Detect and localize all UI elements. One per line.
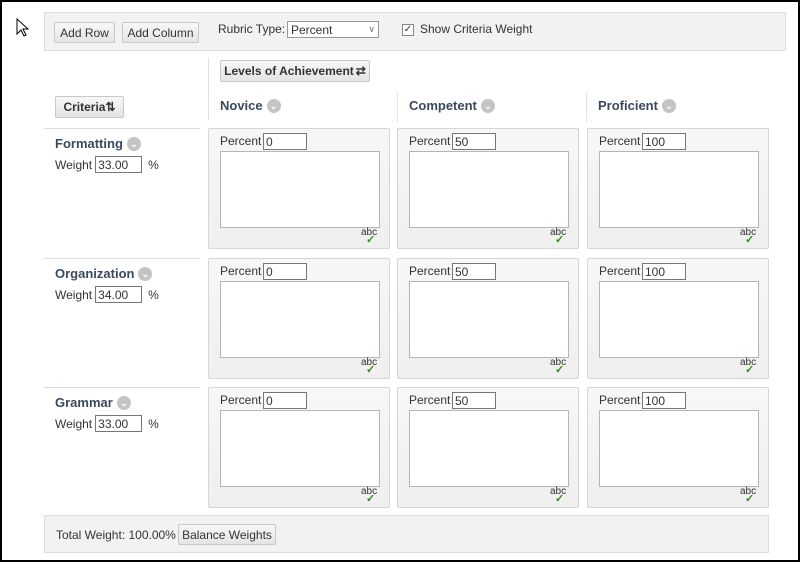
chevron-down-icon[interactable]: ⌄ xyxy=(480,98,495,113)
spellcheck-icon[interactable]: abc ✓ xyxy=(361,227,377,246)
chevron-down-icon: ∨ xyxy=(368,24,375,34)
balance-weights-button[interactable]: Balance Weights xyxy=(178,524,276,545)
percent-label: Percent xyxy=(220,264,262,278)
percent-input[interactable]: 50 xyxy=(452,263,496,280)
percent-sign: % xyxy=(148,416,159,431)
percent-input[interactable]: 100 xyxy=(642,392,686,409)
rubric-type-select[interactable]: Percent ∨ xyxy=(287,21,379,38)
weight-input[interactable]: 33.00 xyxy=(95,415,143,432)
weight-label: Weight xyxy=(55,287,93,302)
show-criteria-weight-label: Show Criteria Weight xyxy=(420,22,533,36)
description-textarea[interactable] xyxy=(409,281,569,358)
criteria-sort-button[interactable]: Criteria ⇅ xyxy=(55,96,124,118)
toolbar: Add Row Add Column Rubric Type: Percent ∨… xyxy=(44,12,786,51)
percent-input[interactable]: 50 xyxy=(452,133,496,150)
description-textarea[interactable] xyxy=(220,151,380,228)
levels-of-achievement-button[interactable]: Levels of Achievement ⇄ xyxy=(220,60,370,82)
description-textarea[interactable] xyxy=(409,151,569,228)
description-textarea[interactable] xyxy=(220,281,380,358)
swap-arrows-icon: ⇄ xyxy=(355,64,366,78)
description-textarea[interactable] xyxy=(599,410,759,487)
percent-label: Percent xyxy=(599,134,641,148)
total-weight: Total Weight: 100.00% xyxy=(56,528,176,542)
chevron-down-icon[interactable]: ⌄ xyxy=(661,98,676,113)
percent-input[interactable]: 100 xyxy=(642,263,686,280)
criterion-row: Formatting ⌄ Weight 33.00% xyxy=(55,136,159,173)
percent-label: Percent xyxy=(599,393,641,407)
rubric-cell: Percent 50 abc ✓ xyxy=(397,387,579,508)
criterion-name: Formatting xyxy=(55,136,123,151)
spellcheck-icon[interactable]: abc ✓ xyxy=(550,357,566,376)
percent-input[interactable]: 0 xyxy=(263,133,307,150)
description-textarea[interactable] xyxy=(409,410,569,487)
rubric-cell: Percent 100 abc ✓ xyxy=(587,387,769,508)
rubric-cell: Percent 50 abc ✓ xyxy=(397,258,579,379)
percent-input[interactable]: 0 xyxy=(263,392,307,409)
description-textarea[interactable] xyxy=(599,151,759,228)
spellcheck-icon[interactable]: abc ✓ xyxy=(550,227,566,246)
percent-input[interactable]: 100 xyxy=(642,133,686,150)
mouse-cursor-icon xyxy=(16,17,30,41)
chevron-down-icon[interactable]: ⌄ xyxy=(266,98,281,113)
rubric-cell: Percent 0 abc ✓ xyxy=(208,387,390,508)
percent-input[interactable]: 50 xyxy=(452,392,496,409)
description-textarea[interactable] xyxy=(599,281,759,358)
percent-sign: % xyxy=(148,157,159,172)
rubric-cell: Percent 100 abc ✓ xyxy=(587,128,769,249)
percent-input[interactable]: 0 xyxy=(263,263,307,280)
spellcheck-icon[interactable]: abc ✓ xyxy=(361,486,377,505)
rubric-type-value: Percent xyxy=(291,22,333,37)
spellcheck-icon[interactable]: abc ✓ xyxy=(740,357,756,376)
spellcheck-icon[interactable]: abc ✓ xyxy=(550,486,566,505)
weight-input[interactable]: 33.00 xyxy=(95,156,143,173)
rubric-cell: Percent 0 abc ✓ xyxy=(208,128,390,249)
column-header-novice: Novice ⌄ xyxy=(220,98,281,113)
percent-sign: % xyxy=(148,287,159,302)
sort-arrows-icon: ⇅ xyxy=(105,100,116,114)
chevron-down-icon[interactable]: ⌄ xyxy=(116,395,131,410)
spellcheck-icon[interactable]: abc ✓ xyxy=(740,486,756,505)
weight-label: Weight xyxy=(55,416,93,431)
add-column-button[interactable]: Add Column xyxy=(122,22,199,43)
chevron-down-icon[interactable]: ⌄ xyxy=(126,136,141,151)
add-row-button[interactable]: Add Row xyxy=(54,22,115,43)
weight-input[interactable]: 34.00 xyxy=(95,286,143,303)
description-textarea[interactable] xyxy=(220,410,380,487)
rubric-cell: Percent 50 abc ✓ xyxy=(397,128,579,249)
footer: Total Weight: 100.00% Balance Weights xyxy=(44,515,769,553)
column-header-competent: Competent ⌄ xyxy=(409,98,495,113)
spellcheck-icon[interactable]: abc ✓ xyxy=(361,357,377,376)
percent-label: Percent xyxy=(220,134,262,148)
percent-label: Percent xyxy=(409,393,451,407)
show-criteria-weight-checkbox[interactable]: ✓ xyxy=(402,24,414,36)
percent-label: Percent xyxy=(599,264,641,278)
weight-label: Weight xyxy=(55,157,93,172)
rubric-cell: Percent 100 abc ✓ xyxy=(587,258,769,379)
percent-label: Percent xyxy=(220,393,262,407)
criterion-row: Grammar ⌄ Weight 33.00% xyxy=(55,395,159,432)
criterion-name: Organization xyxy=(55,266,135,281)
criterion-name: Grammar xyxy=(55,395,113,410)
column-header-proficient: Proficient ⌄ xyxy=(598,98,676,113)
rubric-type-label: Rubric Type: xyxy=(218,22,286,36)
rubric-cell: Percent 0 abc ✓ xyxy=(208,258,390,379)
criterion-row: Organization ⌄ Weight 34.00% xyxy=(55,266,159,303)
percent-label: Percent xyxy=(409,134,451,148)
percent-label: Percent xyxy=(409,264,451,278)
rubric-editor: Add Row Add Column Rubric Type: Percent ∨… xyxy=(2,2,798,560)
spellcheck-icon[interactable]: abc ✓ xyxy=(740,227,756,246)
chevron-down-icon[interactable]: ⌄ xyxy=(138,266,153,281)
